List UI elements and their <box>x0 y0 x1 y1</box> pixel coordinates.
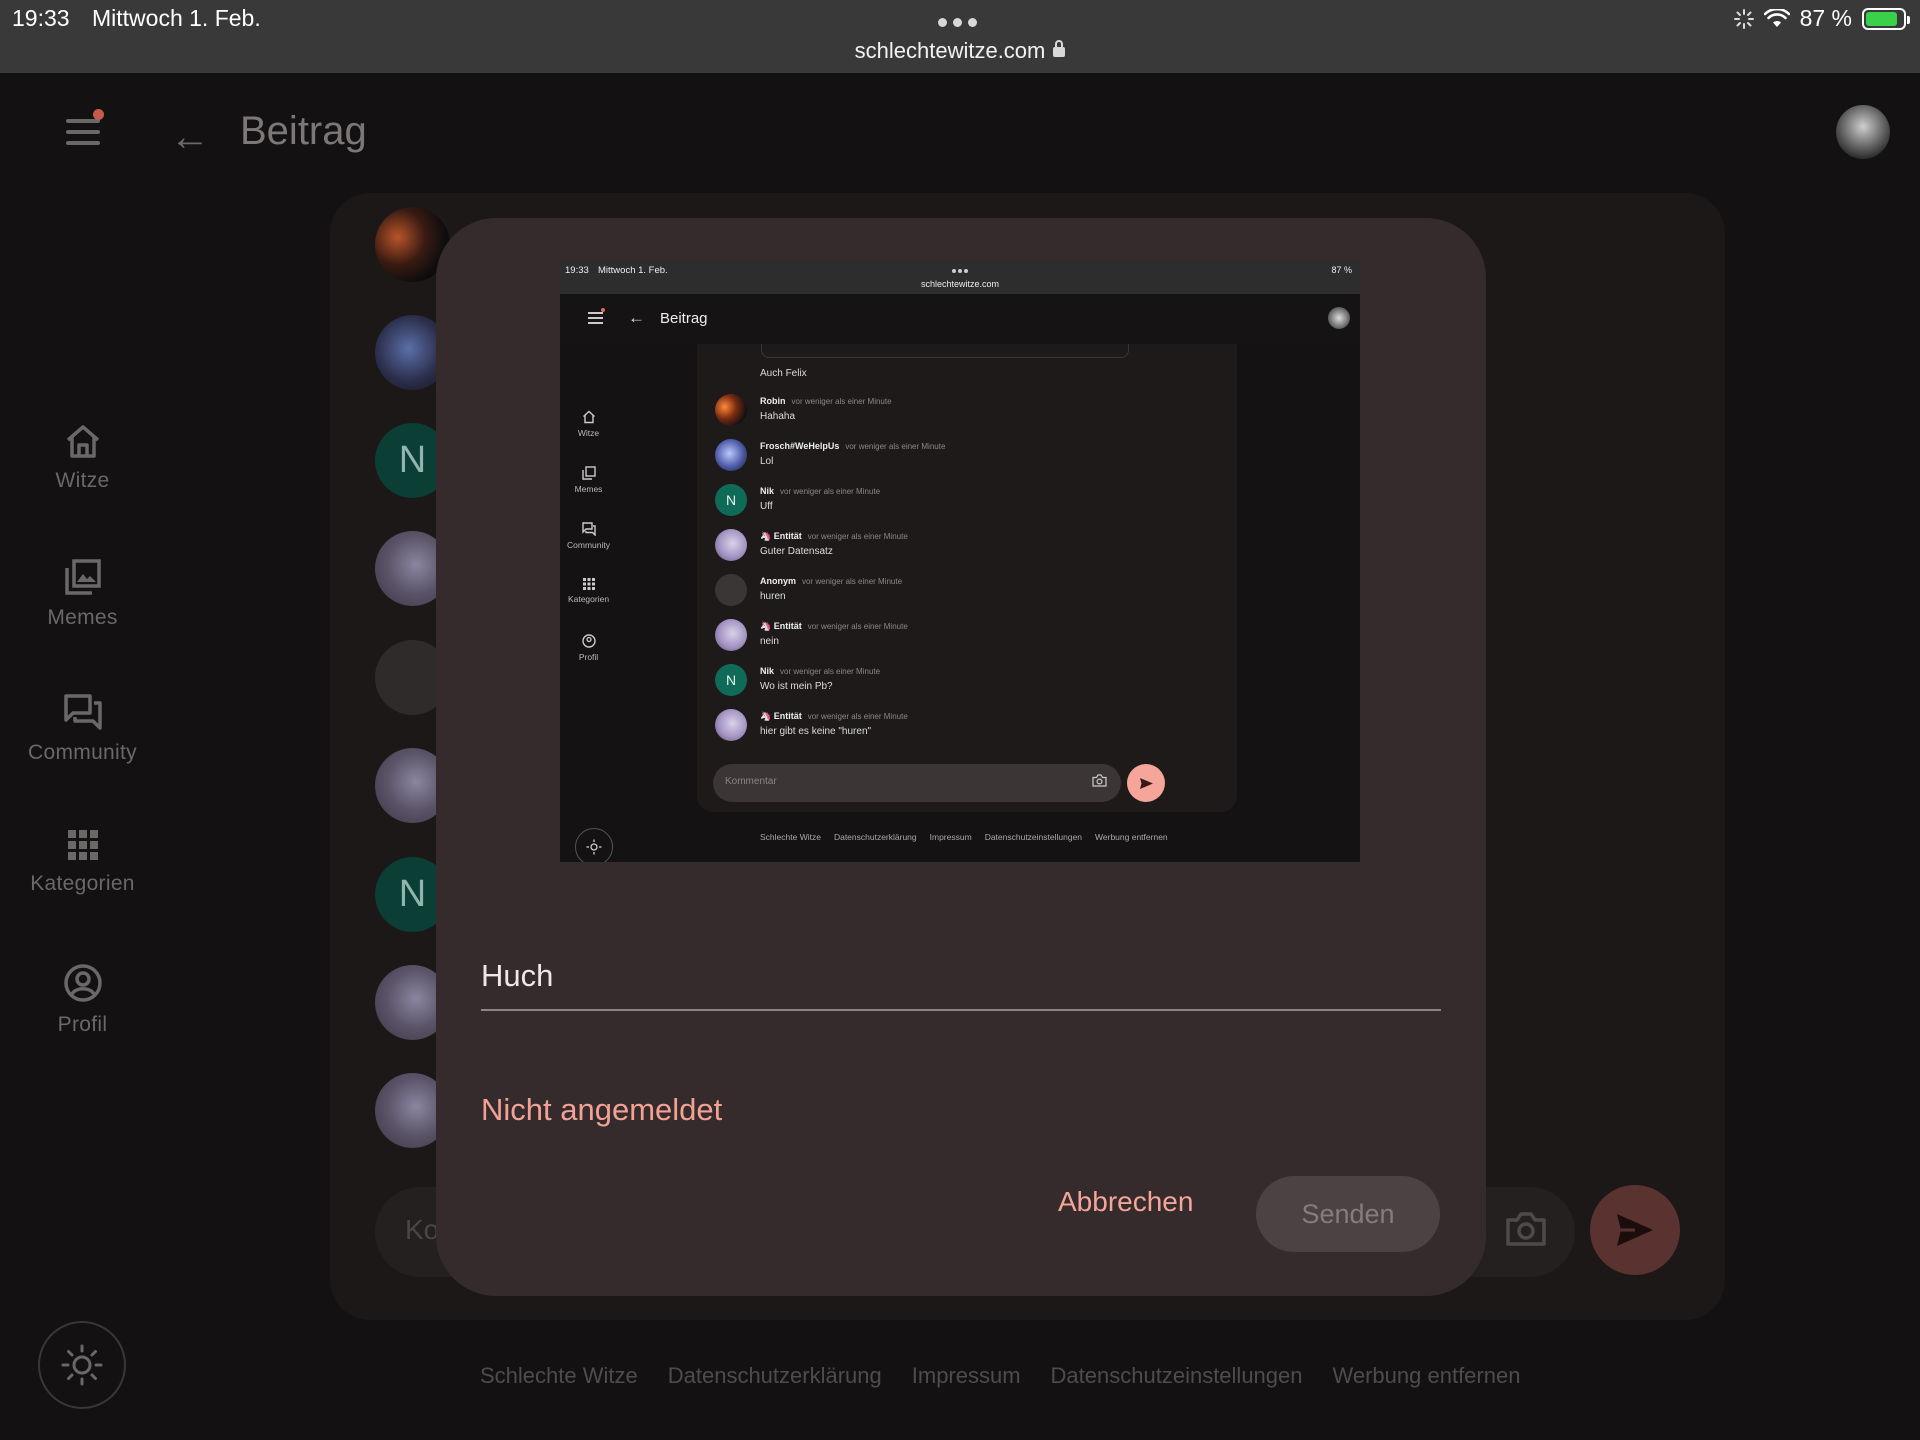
embedded-avatar: N <box>715 484 747 516</box>
status-right: 87 % <box>1733 5 1910 32</box>
battery-percent: 87 % <box>1799 5 1852 31</box>
embedded-avatar <box>715 529 747 561</box>
embedded-battery: 87 % <box>1331 265 1352 275</box>
embedded-comment-text: Auch Felix <box>760 368 807 379</box>
home-icon <box>582 410 595 424</box>
account-circle-icon <box>63 964 102 1002</box>
nav-item-profil[interactable]: Profil <box>0 963 165 1037</box>
embedded-profile-avatar <box>1328 307 1350 329</box>
send-button[interactable]: Senden <box>1256 1176 1440 1252</box>
embedded-avatar <box>715 394 747 426</box>
wifi-icon <box>1763 8 1790 27</box>
embedded-comment-row: 🦄 Entität vor weniger als einer Minute hi… <box>715 709 1215 747</box>
gallery-icon <box>581 466 596 480</box>
embedded-time: 19:33 <box>565 265 589 276</box>
embedded-comment-row: Anonym vor weniger als einer Minute huren <box>715 574 1215 612</box>
address-bar[interactable]: schlechtewitze.com <box>0 38 1920 64</box>
embedded-url: schlechtewitze.com <box>920 279 1000 289</box>
embedded-nav-witze: Witze <box>560 410 617 438</box>
grid-icon <box>582 578 595 590</box>
status-date: Mittwoch 1. Feb. <box>92 5 261 31</box>
status-bar: 19:33 Mittwoch 1. Feb. schlechtewitze.co… <box>0 0 1920 73</box>
report-dialog: 19:33 Mittwoch 1. Feb. schlechtewitze.co… <box>436 218 1486 1296</box>
brightness-icon <box>61 1344 103 1386</box>
back-arrow-icon[interactable]: ← <box>170 117 210 157</box>
camera-icon[interactable] <box>1505 1211 1547 1247</box>
login-status: Nicht angemeldet <box>481 1092 723 1127</box>
footer-link[interactable]: Datenschutzeinstellungen <box>1051 1363 1303 1389</box>
brightness-icon <box>586 839 602 855</box>
footer-link[interactable]: Datenschutzerklärung <box>668 1363 882 1389</box>
status-time: 19:33 <box>12 5 70 31</box>
embedded-back-arrow-icon: ← <box>628 308 645 327</box>
embedded-menu-icon <box>588 308 605 324</box>
embedded-comment-row: 🦄 Entität vor weniger als einer Minute ne… <box>715 619 1215 657</box>
activity-spinner-icon <box>1733 8 1754 29</box>
embedded-comment-row: N Nik vor weniger als einer Minute Uff <box>715 484 1215 522</box>
app-top-bar: ← Beitrag <box>0 73 1920 191</box>
account-circle-icon <box>581 634 596 648</box>
cancel-button[interactable]: Abbrechen <box>1058 1177 1193 1227</box>
embedded-comment-row: N Nik vor weniger als einer Minute Wo ist… <box>715 664 1215 702</box>
send-comment-button[interactable] <box>1590 1185 1680 1275</box>
embedded-nav-community: Community <box>560 522 617 550</box>
embedded-nav-profil: Profil <box>560 634 617 662</box>
screen: 19:33 Mittwoch 1. Feb. schlechtewitze.co… <box>0 0 1920 1440</box>
embedded-previous-comment <box>761 344 1129 358</box>
embedded-send-button <box>1127 764 1165 802</box>
embedded-camera-icon <box>1092 774 1107 787</box>
attached-screenshot: 19:33 Mittwoch 1. Feb. schlechtewitze.co… <box>560 260 1360 862</box>
nav-item-kategorien[interactable]: Kategorien <box>0 828 165 896</box>
nav-item-community[interactable]: Community <box>0 693 165 765</box>
menu-icon[interactable] <box>66 109 104 145</box>
footer-link[interactable]: Schlechte Witze <box>480 1363 638 1389</box>
send-icon <box>1617 1214 1653 1246</box>
embedded-avatar <box>715 709 747 741</box>
comment-placeholder: Ko <box>405 1214 440 1245</box>
lock-icon <box>1053 40 1066 57</box>
embedded-footer: Schlechte Witze Datenschutzerklärung Imp… <box>760 832 1168 842</box>
embedded-dots-icon <box>952 269 968 273</box>
forum-icon <box>581 522 596 536</box>
embedded-theme-toggle <box>575 828 613 862</box>
page-title: Beitrag <box>240 109 367 153</box>
gallery-icon <box>64 559 101 595</box>
theme-toggle-button[interactable] <box>38 1321 126 1409</box>
forum-icon <box>63 694 102 730</box>
embedded-avatar <box>715 574 747 606</box>
footer-link[interactable]: Impressum <box>912 1363 1021 1389</box>
embedded-page-title: Beitrag <box>660 310 708 327</box>
profile-avatar[interactable] <box>1836 105 1890 159</box>
nav-item-memes[interactable]: Memes <box>0 558 165 630</box>
embedded-comment-input: Kommentar <box>713 764 1121 802</box>
send-icon <box>1139 777 1153 789</box>
multitasking-dots-icon[interactable] <box>938 18 977 27</box>
footer-link[interactable]: Werbung entfernen <box>1333 1363 1521 1389</box>
embedded-top-bar: ← Beitrag <box>560 294 1360 344</box>
footer-links: Schlechte Witze Datenschutzerklärung Imp… <box>480 1363 1520 1389</box>
embedded-avatar <box>715 619 747 651</box>
embedded-comments-card: Auch Felix Robin vor weniger als einer Mi… <box>697 344 1237 812</box>
embedded-comment-row: Frosch#WeHelpUs vor weniger als einer Min… <box>715 439 1215 477</box>
url-text: schlechtewitze.com <box>854 38 1046 63</box>
nav-item-witze[interactable]: Witze <box>0 423 165 493</box>
embedded-date: Mittwoch 1. Feb. <box>598 265 668 276</box>
embedded-avatar: N <box>715 664 747 696</box>
embedded-comment-row: Robin vor weniger als einer Minute Hahaha <box>715 394 1215 432</box>
message-field-underline <box>481 1009 1441 1011</box>
home-icon <box>66 425 99 458</box>
battery-icon <box>1862 7 1910 30</box>
embedded-avatar <box>715 439 747 471</box>
grid-icon <box>67 830 98 860</box>
embedded-status-bar: 19:33 Mittwoch 1. Feb. schlechtewitze.co… <box>560 260 1360 294</box>
embedded-nav-kategorien: Kategorien <box>560 578 617 604</box>
embedded-nav-memes: Memes <box>560 466 617 494</box>
message-field[interactable]: Huch <box>481 958 553 994</box>
embedded-comment-row: 🦄 Entität vor weniger als einer Minute Gu… <box>715 529 1215 567</box>
